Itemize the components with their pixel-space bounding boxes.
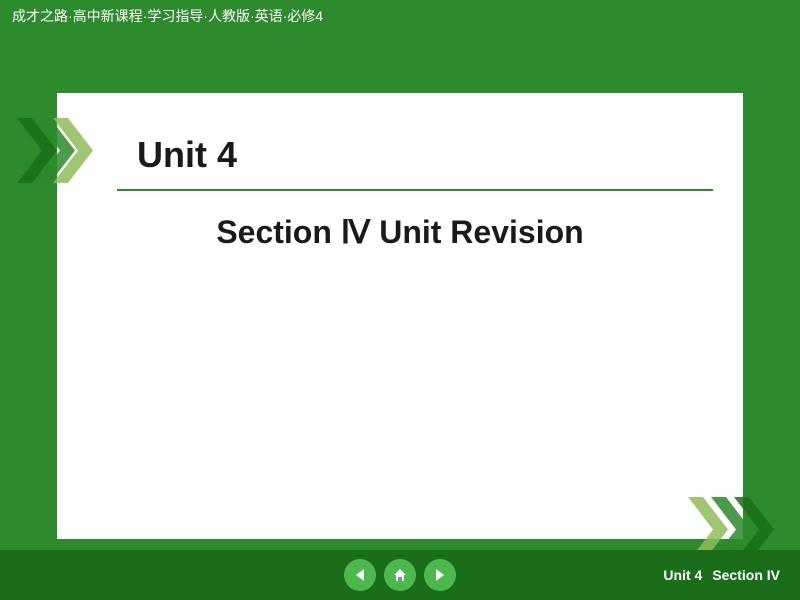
- unit-title: Unit 4: [137, 134, 237, 176]
- bottom-unit-label: Unit 4: [663, 567, 702, 583]
- left-chevrons-decoration: [7, 113, 97, 188]
- slide-content: Unit 4 Section Ⅳ Unit Revision: [55, 91, 745, 541]
- header-title: 成才之路·高中新课程·学习指导·人教版·英语·必修4: [12, 6, 323, 26]
- section-title: Section Ⅳ Unit Revision: [216, 213, 583, 251]
- nav-buttons-group: [200, 559, 600, 591]
- home-button[interactable]: [384, 559, 416, 591]
- next-icon: [432, 567, 448, 583]
- section-content-area: Section Ⅳ Unit Revision: [57, 213, 743, 251]
- home-icon: [392, 567, 408, 583]
- prev-icon: [352, 567, 368, 583]
- bottom-navigation-bar: Unit 4 Section IV: [0, 550, 800, 600]
- next-button[interactable]: [424, 559, 456, 591]
- unit-title-area: Unit 4: [117, 121, 713, 191]
- header-bar: 成才之路·高中新课程·学习指导·人教版·英语·必修4: [0, 0, 800, 32]
- bottom-section-label: Section IV: [712, 567, 780, 583]
- prev-button[interactable]: [344, 559, 376, 591]
- main-area: Unit 4 Section Ⅳ Unit Revision: [0, 32, 800, 600]
- bottom-info: Unit 4 Section IV: [663, 567, 780, 583]
